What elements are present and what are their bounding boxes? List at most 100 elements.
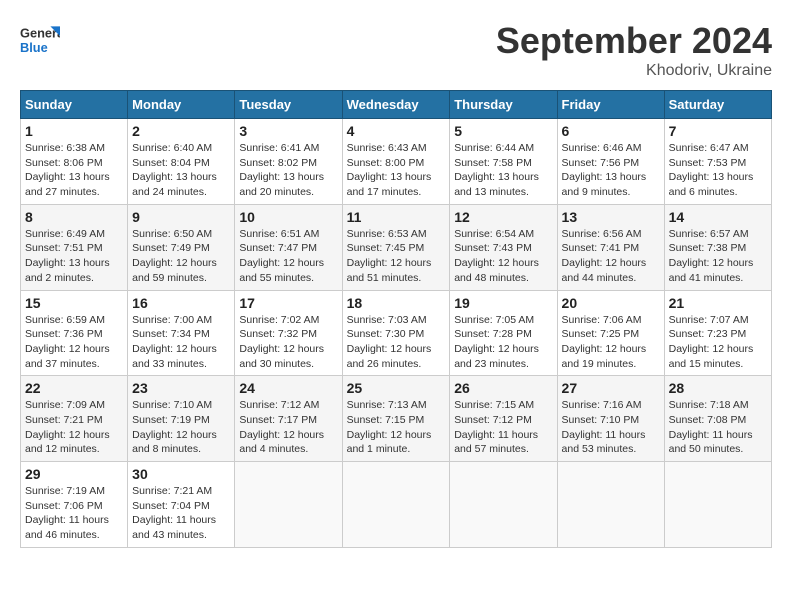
month-title: September 2024: [496, 20, 772, 62]
calendar-cell: 28 Sunrise: 7:18 AM Sunset: 7:08 PM Dayl…: [664, 376, 771, 462]
day-number: 13: [562, 209, 660, 225]
day-info: Sunrise: 7:16 AM Sunset: 7:10 PM Dayligh…: [562, 398, 660, 457]
day-info: Sunrise: 6:53 AM Sunset: 7:45 PM Dayligh…: [347, 227, 446, 286]
calendar-cell: 9 Sunrise: 6:50 AM Sunset: 7:49 PM Dayli…: [128, 204, 235, 290]
day-number: 6: [562, 123, 660, 139]
day-info: Sunrise: 6:44 AM Sunset: 7:58 PM Dayligh…: [454, 141, 552, 200]
col-thursday: Thursday: [450, 91, 557, 119]
day-info: Sunrise: 6:57 AM Sunset: 7:38 PM Dayligh…: [669, 227, 767, 286]
calendar-cell: [664, 462, 771, 548]
day-number: 14: [669, 209, 767, 225]
calendar-cell: [450, 462, 557, 548]
day-number: 21: [669, 295, 767, 311]
day-info: Sunrise: 7:19 AM Sunset: 7:06 PM Dayligh…: [25, 484, 123, 543]
svg-text:Blue: Blue: [20, 40, 48, 55]
calendar-cell: 6 Sunrise: 6:46 AM Sunset: 7:56 PM Dayli…: [557, 119, 664, 205]
calendar-cell: 16 Sunrise: 7:00 AM Sunset: 7:34 PM Dayl…: [128, 290, 235, 376]
page-header: General Blue September 2024 Khodoriv, Uk…: [20, 20, 772, 80]
day-number: 17: [239, 295, 337, 311]
day-number: 10: [239, 209, 337, 225]
calendar-body: 1 Sunrise: 6:38 AM Sunset: 8:06 PM Dayli…: [21, 119, 772, 548]
day-info: Sunrise: 7:07 AM Sunset: 7:23 PM Dayligh…: [669, 313, 767, 372]
calendar-cell: 20 Sunrise: 7:06 AM Sunset: 7:25 PM Dayl…: [557, 290, 664, 376]
calendar-cell: 3 Sunrise: 6:41 AM Sunset: 8:02 PM Dayli…: [235, 119, 342, 205]
day-number: 29: [25, 466, 123, 482]
calendar-cell: 23 Sunrise: 7:10 AM Sunset: 7:19 PM Dayl…: [128, 376, 235, 462]
calendar-cell: 10 Sunrise: 6:51 AM Sunset: 7:47 PM Dayl…: [235, 204, 342, 290]
day-number: 11: [347, 209, 446, 225]
calendar-row: 8 Sunrise: 6:49 AM Sunset: 7:51 PM Dayli…: [21, 204, 772, 290]
day-number: 5: [454, 123, 552, 139]
day-info: Sunrise: 6:43 AM Sunset: 8:00 PM Dayligh…: [347, 141, 446, 200]
day-number: 27: [562, 380, 660, 396]
day-number: 2: [132, 123, 230, 139]
day-info: Sunrise: 7:02 AM Sunset: 7:32 PM Dayligh…: [239, 313, 337, 372]
header-row: Sunday Monday Tuesday Wednesday Thursday…: [21, 91, 772, 119]
day-info: Sunrise: 6:50 AM Sunset: 7:49 PM Dayligh…: [132, 227, 230, 286]
calendar-row: 22 Sunrise: 7:09 AM Sunset: 7:21 PM Dayl…: [21, 376, 772, 462]
day-info: Sunrise: 7:05 AM Sunset: 7:28 PM Dayligh…: [454, 313, 552, 372]
day-info: Sunrise: 6:40 AM Sunset: 8:04 PM Dayligh…: [132, 141, 230, 200]
day-info: Sunrise: 6:47 AM Sunset: 7:53 PM Dayligh…: [669, 141, 767, 200]
day-number: 8: [25, 209, 123, 225]
col-sunday: Sunday: [21, 91, 128, 119]
col-friday: Friday: [557, 91, 664, 119]
calendar-cell: [557, 462, 664, 548]
day-info: Sunrise: 7:21 AM Sunset: 7:04 PM Dayligh…: [132, 484, 230, 543]
calendar-cell: 27 Sunrise: 7:16 AM Sunset: 7:10 PM Dayl…: [557, 376, 664, 462]
day-number: 12: [454, 209, 552, 225]
calendar-row: 1 Sunrise: 6:38 AM Sunset: 8:06 PM Dayli…: [21, 119, 772, 205]
day-info: Sunrise: 6:41 AM Sunset: 8:02 PM Dayligh…: [239, 141, 337, 200]
calendar-cell: 22 Sunrise: 7:09 AM Sunset: 7:21 PM Dayl…: [21, 376, 128, 462]
calendar-cell: 24 Sunrise: 7:12 AM Sunset: 7:17 PM Dayl…: [235, 376, 342, 462]
day-info: Sunrise: 6:51 AM Sunset: 7:47 PM Dayligh…: [239, 227, 337, 286]
day-number: 1: [25, 123, 123, 139]
calendar-cell: 4 Sunrise: 6:43 AM Sunset: 8:00 PM Dayli…: [342, 119, 450, 205]
day-info: Sunrise: 7:00 AM Sunset: 7:34 PM Dayligh…: [132, 313, 230, 372]
day-number: 19: [454, 295, 552, 311]
calendar-cell: [342, 462, 450, 548]
day-number: 18: [347, 295, 446, 311]
day-number: 28: [669, 380, 767, 396]
day-info: Sunrise: 6:49 AM Sunset: 7:51 PM Dayligh…: [25, 227, 123, 286]
day-number: 4: [347, 123, 446, 139]
day-number: 3: [239, 123, 337, 139]
calendar-cell: 13 Sunrise: 6:56 AM Sunset: 7:41 PM Dayl…: [557, 204, 664, 290]
day-number: 7: [669, 123, 767, 139]
day-info: Sunrise: 6:59 AM Sunset: 7:36 PM Dayligh…: [25, 313, 123, 372]
day-info: Sunrise: 7:18 AM Sunset: 7:08 PM Dayligh…: [669, 398, 767, 457]
day-info: Sunrise: 7:10 AM Sunset: 7:19 PM Dayligh…: [132, 398, 230, 457]
day-info: Sunrise: 6:38 AM Sunset: 8:06 PM Dayligh…: [25, 141, 123, 200]
col-monday: Monday: [128, 91, 235, 119]
day-info: Sunrise: 7:09 AM Sunset: 7:21 PM Dayligh…: [25, 398, 123, 457]
calendar-cell: 11 Sunrise: 6:53 AM Sunset: 7:45 PM Dayl…: [342, 204, 450, 290]
day-number: 20: [562, 295, 660, 311]
calendar-cell: 19 Sunrise: 7:05 AM Sunset: 7:28 PM Dayl…: [450, 290, 557, 376]
col-wednesday: Wednesday: [342, 91, 450, 119]
logo: General Blue: [20, 20, 64, 60]
day-number: 30: [132, 466, 230, 482]
calendar-cell: 30 Sunrise: 7:21 AM Sunset: 7:04 PM Dayl…: [128, 462, 235, 548]
day-number: 26: [454, 380, 552, 396]
day-info: Sunrise: 7:06 AM Sunset: 7:25 PM Dayligh…: [562, 313, 660, 372]
calendar-cell: 21 Sunrise: 7:07 AM Sunset: 7:23 PM Dayl…: [664, 290, 771, 376]
calendar-cell: 25 Sunrise: 7:13 AM Sunset: 7:15 PM Dayl…: [342, 376, 450, 462]
day-number: 16: [132, 295, 230, 311]
calendar-cell: 2 Sunrise: 6:40 AM Sunset: 8:04 PM Dayli…: [128, 119, 235, 205]
calendar-row: 15 Sunrise: 6:59 AM Sunset: 7:36 PM Dayl…: [21, 290, 772, 376]
calendar-cell: 18 Sunrise: 7:03 AM Sunset: 7:30 PM Dayl…: [342, 290, 450, 376]
col-saturday: Saturday: [664, 91, 771, 119]
day-info: Sunrise: 7:15 AM Sunset: 7:12 PM Dayligh…: [454, 398, 552, 457]
calendar-cell: 14 Sunrise: 6:57 AM Sunset: 7:38 PM Dayl…: [664, 204, 771, 290]
day-number: 15: [25, 295, 123, 311]
title-section: September 2024 Khodoriv, Ukraine: [496, 20, 772, 80]
calendar-cell: 5 Sunrise: 6:44 AM Sunset: 7:58 PM Dayli…: [450, 119, 557, 205]
logo-icon: General Blue: [20, 20, 60, 60]
day-number: 9: [132, 209, 230, 225]
day-info: Sunrise: 7:13 AM Sunset: 7:15 PM Dayligh…: [347, 398, 446, 457]
day-info: Sunrise: 7:03 AM Sunset: 7:30 PM Dayligh…: [347, 313, 446, 372]
calendar-table: Sunday Monday Tuesday Wednesday Thursday…: [20, 90, 772, 548]
day-number: 23: [132, 380, 230, 396]
calendar-cell: 29 Sunrise: 7:19 AM Sunset: 7:06 PM Dayl…: [21, 462, 128, 548]
calendar-cell: 7 Sunrise: 6:47 AM Sunset: 7:53 PM Dayli…: [664, 119, 771, 205]
